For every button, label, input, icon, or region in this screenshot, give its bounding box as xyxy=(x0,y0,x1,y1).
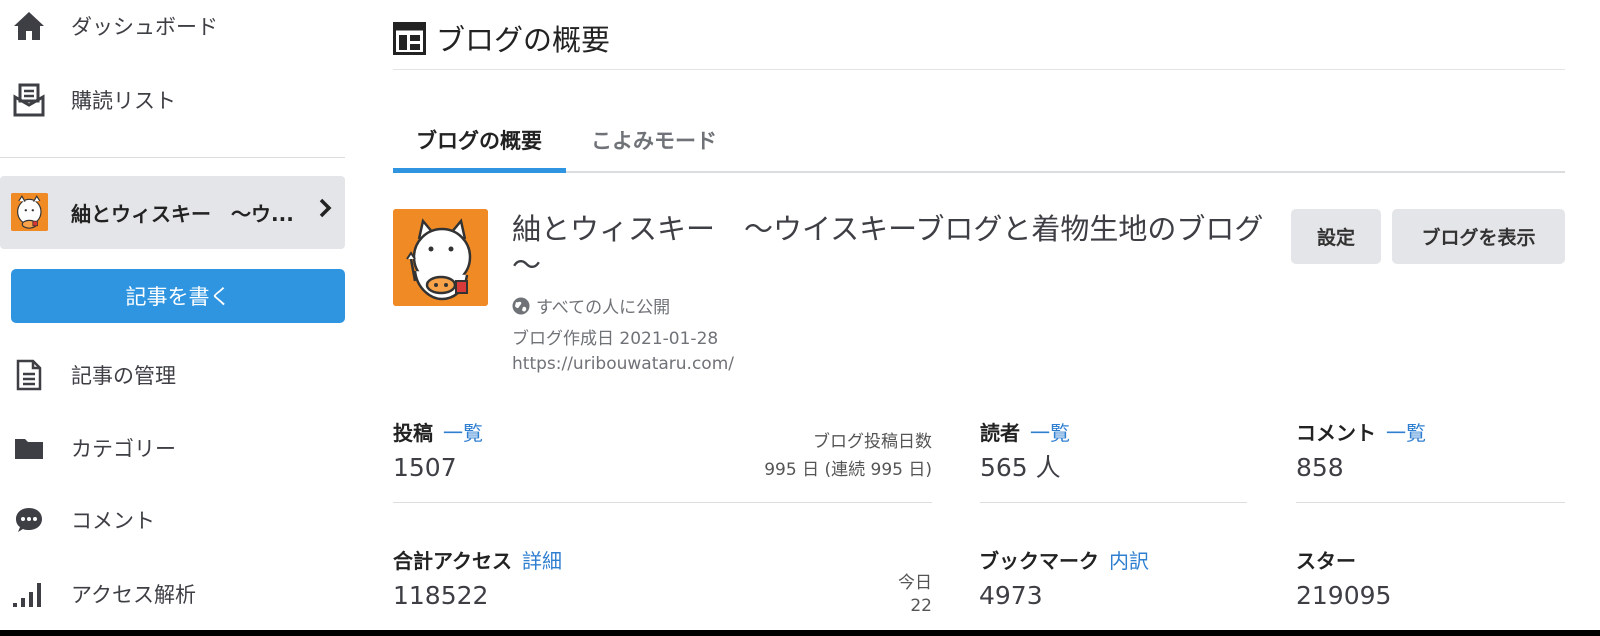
sidebar-item-analytics[interactable]: アクセス解析 xyxy=(0,564,345,624)
stat-value: 219095 xyxy=(1296,581,1392,610)
page-header: ブログの概要 xyxy=(393,18,610,58)
subscription-icon xyxy=(12,83,46,117)
stat-side-value: 22 xyxy=(910,596,932,616)
chevron-right-icon xyxy=(318,198,332,224)
title-divider xyxy=(393,69,1565,70)
posts-list-link[interactable]: 一覧 xyxy=(443,421,483,445)
stat-side-label: 今日 xyxy=(898,573,932,593)
tab-divider xyxy=(393,171,1565,173)
write-article-button[interactable]: 記事を書く xyxy=(11,269,345,323)
stat-label: スター xyxy=(1296,549,1356,573)
stat-total-access: 合計アクセス 詳細 118522 今日 22 xyxy=(393,545,932,631)
sidebar-item-label: ダッシュボード xyxy=(71,15,218,39)
blog-avatar xyxy=(393,209,488,306)
sidebar-item-label: 記事の管理 xyxy=(71,364,176,388)
sidebar-item-label: カテゴリー xyxy=(71,437,176,461)
stat-value: 858 xyxy=(1296,453,1344,482)
window-bottom-border xyxy=(0,630,1600,636)
stat-divider xyxy=(980,502,1247,503)
sidebar-item-categories[interactable]: カテゴリー xyxy=(0,418,345,478)
blog-created-date: ブログ作成日 2021-01-28 xyxy=(512,329,719,349)
sidebar-blog-name: 紬とウィスキー ～ウ... xyxy=(71,202,294,226)
bar-chart-icon xyxy=(12,577,46,611)
stat-label: 投稿 一覧 xyxy=(393,421,483,445)
home-icon xyxy=(12,9,46,43)
stat-value: 565 人 xyxy=(980,453,1061,482)
sidebar-divider xyxy=(0,157,345,158)
blog-summary: 紬とウィスキー ～ウイスキーブログと着物生地のブログ～ すべての人に公開 ブログ… xyxy=(393,209,1565,379)
sidebar-blog-selector[interactable]: 紬とウィスキー ～ウ... xyxy=(0,176,345,249)
tab-calendar-mode[interactable]: こよみモード xyxy=(591,125,717,155)
stat-value: 1507 xyxy=(393,453,457,482)
stat-readers: 読者 一覧 565 人 xyxy=(980,417,1247,503)
stat-posts: 投稿 一覧 1507 ブログ投稿日数 995 日 (連続 995 日) xyxy=(393,417,932,503)
stat-value: 118522 xyxy=(393,581,489,610)
stat-stars: スター 219095 xyxy=(1296,545,1565,631)
dashboard-layout-icon xyxy=(393,21,426,55)
comments-list-link[interactable]: 一覧 xyxy=(1386,421,1426,445)
comment-icon xyxy=(12,503,46,537)
sidebar-item-manage-articles[interactable]: 記事の管理 xyxy=(0,345,345,405)
sidebar-item-label: 購読リスト xyxy=(71,89,176,113)
stat-label: 合計アクセス 詳細 xyxy=(393,549,562,573)
document-icon xyxy=(12,358,46,392)
stat-value: 4973 xyxy=(979,581,1043,610)
page-title: ブログの概要 xyxy=(436,23,611,57)
stat-bookmarks: ブックマーク 内訳 4973 xyxy=(979,545,1247,631)
tab-bar: ブログの概要 こよみモード xyxy=(393,113,1565,173)
sidebar-item-comments[interactable]: コメント xyxy=(0,490,345,550)
blog-visibility: すべての人に公開 xyxy=(512,293,670,318)
readers-list-link[interactable]: 一覧 xyxy=(1030,421,1070,445)
settings-button[interactable]: 設定 xyxy=(1291,209,1381,264)
main-content: ブログの概要 ブログの概要 こよみモード 紬とウィスキー ～ウイスキーブログと着… xyxy=(393,0,1565,631)
tab-blog-overview[interactable]: ブログの概要 xyxy=(416,125,542,155)
stat-label: コメント 一覧 xyxy=(1296,421,1426,445)
stat-label: 読者 一覧 xyxy=(980,421,1070,445)
stat-side-value: 995 日 (連続 995 日) xyxy=(764,460,932,480)
active-tab-indicator xyxy=(393,168,566,173)
blog-avatar-small xyxy=(11,193,48,231)
bookmarks-breakdown-link[interactable]: 内訳 xyxy=(1109,549,1149,573)
stat-divider xyxy=(393,502,932,503)
visibility-text: すべての人に公開 xyxy=(536,298,671,318)
sidebar-item-subscriptions[interactable]: 購読リスト xyxy=(0,70,345,130)
access-detail-link[interactable]: 詳細 xyxy=(522,549,562,573)
blog-title: 紬とウィスキー ～ウイスキーブログと着物生地のブログ～ xyxy=(512,212,1264,282)
view-blog-button[interactable]: ブログを表示 xyxy=(1392,209,1565,264)
sidebar-item-dashboard[interactable]: ダッシュボード xyxy=(0,0,345,56)
sidebar: ダッシュボード 購読リスト 紬とウィスキー ～ウ... 記事を書く 記事の管理 … xyxy=(0,0,345,628)
blog-url[interactable]: https://uribouwataru.com/ xyxy=(512,354,734,374)
stat-label: ブックマーク 内訳 xyxy=(979,549,1149,573)
sidebar-item-label: アクセス解析 xyxy=(71,583,196,607)
stat-side-label: ブログ投稿日数 xyxy=(813,432,932,452)
globe-icon xyxy=(512,297,530,314)
sidebar-item-label: コメント xyxy=(71,509,155,533)
stat-comments: コメント 一覧 858 xyxy=(1296,417,1565,503)
stat-divider xyxy=(1296,502,1565,503)
folder-icon xyxy=(12,431,46,465)
